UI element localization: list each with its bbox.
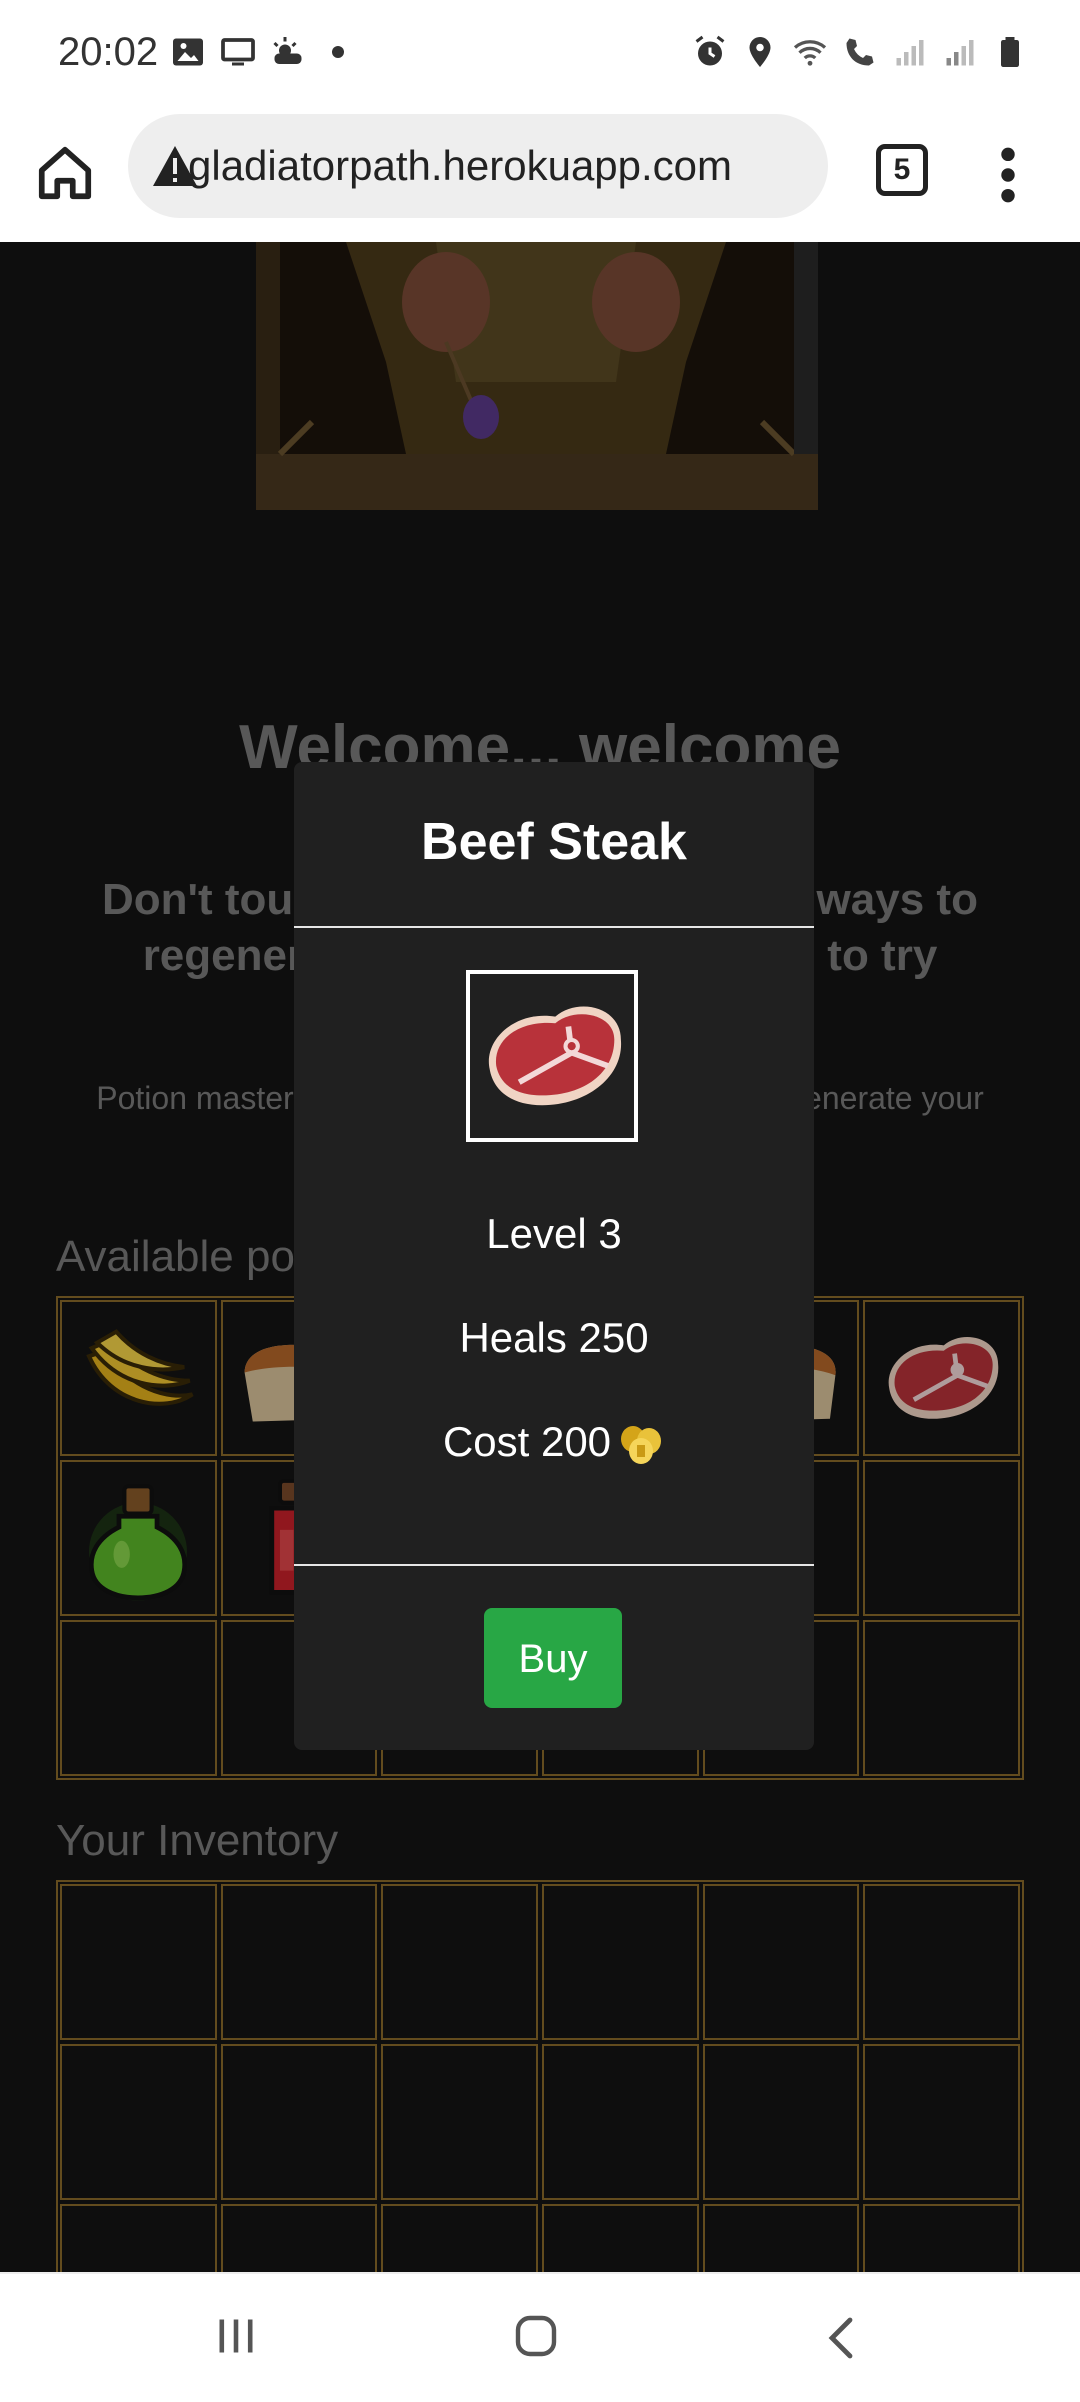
item-level: Level 3 (486, 1210, 622, 1257)
recent-apps-icon[interactable] (214, 2314, 258, 2358)
weather-icon (273, 37, 302, 64)
browser-toolbar: gladiatorpath.herokuapp.com 5 (0, 108, 1080, 244)
buy-button[interactable]: Buy (484, 1608, 622, 1708)
wifi-calling-icon (846, 38, 874, 66)
item-heals: Heals 250 (459, 1314, 649, 1361)
item-cost: Cost 200 (294, 1418, 814, 1467)
steak-icon (488, 1006, 622, 1106)
signal-icon (896, 40, 924, 66)
tab-switcher-button[interactable]: 5 (876, 144, 928, 196)
url-text: gladiatorpath.herokuapp.com (188, 142, 733, 189)
modal-title: Beef Steak (421, 813, 687, 871)
status-time: 20:02 (58, 30, 159, 74)
item-image (466, 970, 638, 1142)
item-modal: Beef Steak Level 3 Heals 250 Cost 200 Bu… (294, 762, 814, 1750)
wifi-icon (793, 40, 827, 66)
home-icon[interactable] (34, 142, 96, 204)
coins-icon (621, 1425, 662, 1464)
status-bar: 20:02 (0, 0, 1080, 108)
cast-icon (221, 38, 255, 66)
battery-icon (1001, 37, 1019, 67)
dot-icon (332, 46, 344, 58)
address-bar[interactable]: gladiatorpath.herokuapp.com (128, 114, 828, 218)
modal-divider (294, 926, 814, 928)
location-icon (749, 37, 771, 67)
system-nav-bar (0, 2272, 1080, 2402)
modal-divider (294, 1564, 814, 1566)
image-icon (173, 38, 203, 66)
more-options-icon[interactable] (988, 144, 1028, 206)
alarm-icon (695, 35, 725, 66)
back-icon[interactable] (820, 2314, 860, 2362)
home-nav-icon[interactable] (512, 2312, 560, 2360)
signal-roaming-icon (946, 40, 974, 66)
